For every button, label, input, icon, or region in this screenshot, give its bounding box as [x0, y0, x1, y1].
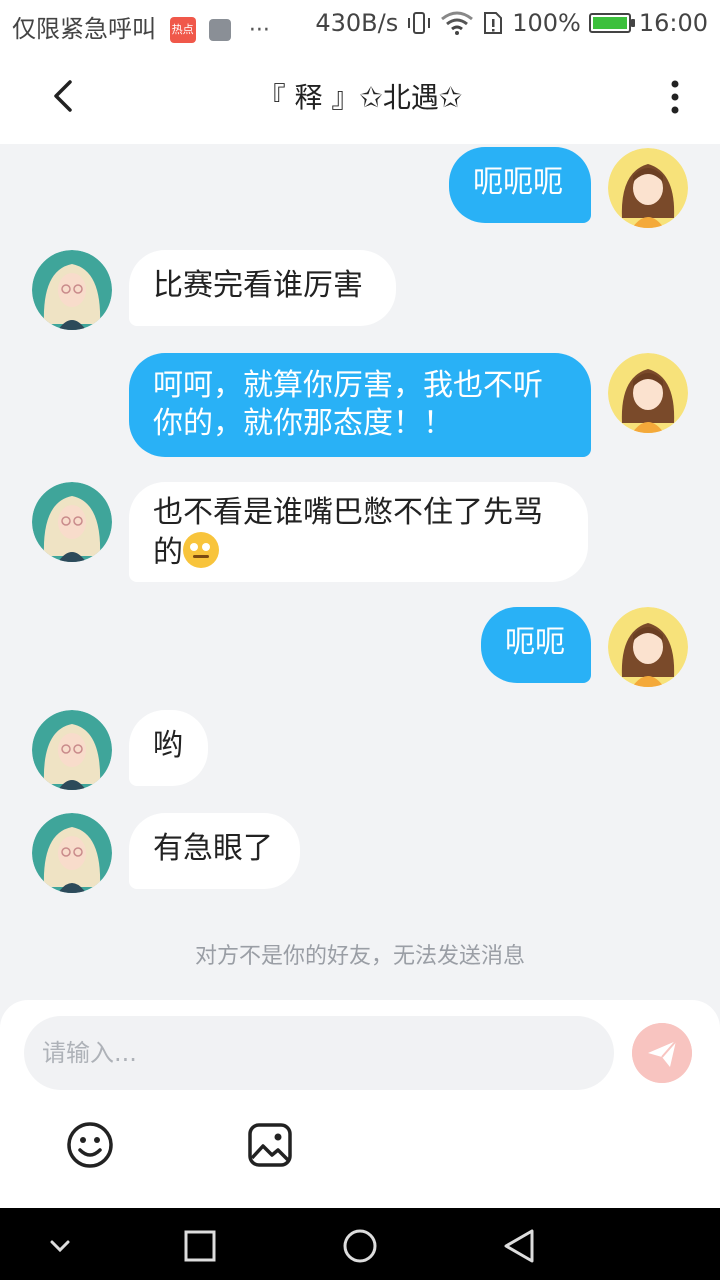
hotspot-news-icon: 热点 — [169, 17, 196, 43]
wifi-icon — [441, 11, 474, 35]
message-bubble-sent[interactable]: 呃呃呃 — [449, 147, 591, 223]
not-friend-notice: 对方不是你的好友，无法发送消息 — [194, 944, 525, 969]
send-button[interactable] — [632, 1023, 692, 1083]
message-input[interactable] — [24, 1016, 614, 1090]
contact-avatar[interactable] — [32, 482, 112, 562]
image-button[interactable] — [245, 1120, 295, 1170]
chat-title: 『 释 』✩北遇✩ — [257, 81, 463, 114]
battery-percent: 100% — [512, 9, 581, 37]
gallery-notification-icon — [209, 19, 232, 41]
message-bubble-received[interactable]: 比赛完看谁厉害 — [129, 250, 396, 326]
contact-avatar[interactable] — [32, 710, 112, 790]
composer-panel — [0, 1000, 720, 1208]
status-left: 仅限紧急呼叫 热点 ··· — [12, 9, 270, 44]
my-avatar[interactable] — [608, 148, 688, 228]
rolling-eyes-emoji-icon — [183, 532, 219, 568]
my-avatar[interactable] — [608, 607, 688, 687]
message-bubble-received[interactable]: 有急眼了 — [129, 813, 300, 889]
network-speed: 430B/s — [315, 9, 399, 37]
contact-avatar[interactable] — [32, 250, 112, 330]
message-list[interactable]: 呃呃呃 比赛完看谁厉害 呵呵，就算你厉害，我也不听你的，就你那态度！！ 也不看是… — [0, 144, 720, 1004]
my-avatar[interactable] — [608, 353, 688, 433]
contact-avatar[interactable] — [32, 813, 112, 893]
message-bubble-sent[interactable]: 呃呃 — [481, 607, 591, 683]
system-navigation-bar — [0, 1208, 720, 1280]
clock: 16:00 — [638, 9, 708, 37]
status-bar: 仅限紧急呼叫 热点 ··· 430B/s 100% 16:00 — [0, 0, 720, 50]
nav-back-button[interactable] — [500, 1226, 540, 1266]
emoji-button[interactable] — [65, 1120, 115, 1170]
nav-recents-button[interactable] — [180, 1226, 220, 1266]
vibrate-icon — [408, 12, 431, 34]
more-notifications-icon: ··· — [248, 17, 270, 43]
more-options-button[interactable] — [660, 78, 690, 118]
nav-home-button[interactable] — [340, 1226, 380, 1266]
message-bubble-received[interactable]: 哟 — [129, 710, 208, 786]
chat-header: 『 释 』✩北遇✩ — [0, 50, 720, 144]
battery-icon — [588, 13, 635, 33]
status-right: 430B/s 100% 16:00 — [315, 9, 708, 37]
nav-hide-button[interactable] — [40, 1226, 80, 1266]
message-bubble-sent[interactable]: 呵呵，就算你厉害，我也不听你的，就你那态度！！ — [129, 353, 591, 457]
carrier-text: 仅限紧急呼叫 — [12, 15, 156, 43]
message-bubble-received[interactable]: 也不看是谁嘴巴憋不住了先骂的 — [129, 482, 588, 582]
sim-alert-icon — [484, 12, 503, 34]
